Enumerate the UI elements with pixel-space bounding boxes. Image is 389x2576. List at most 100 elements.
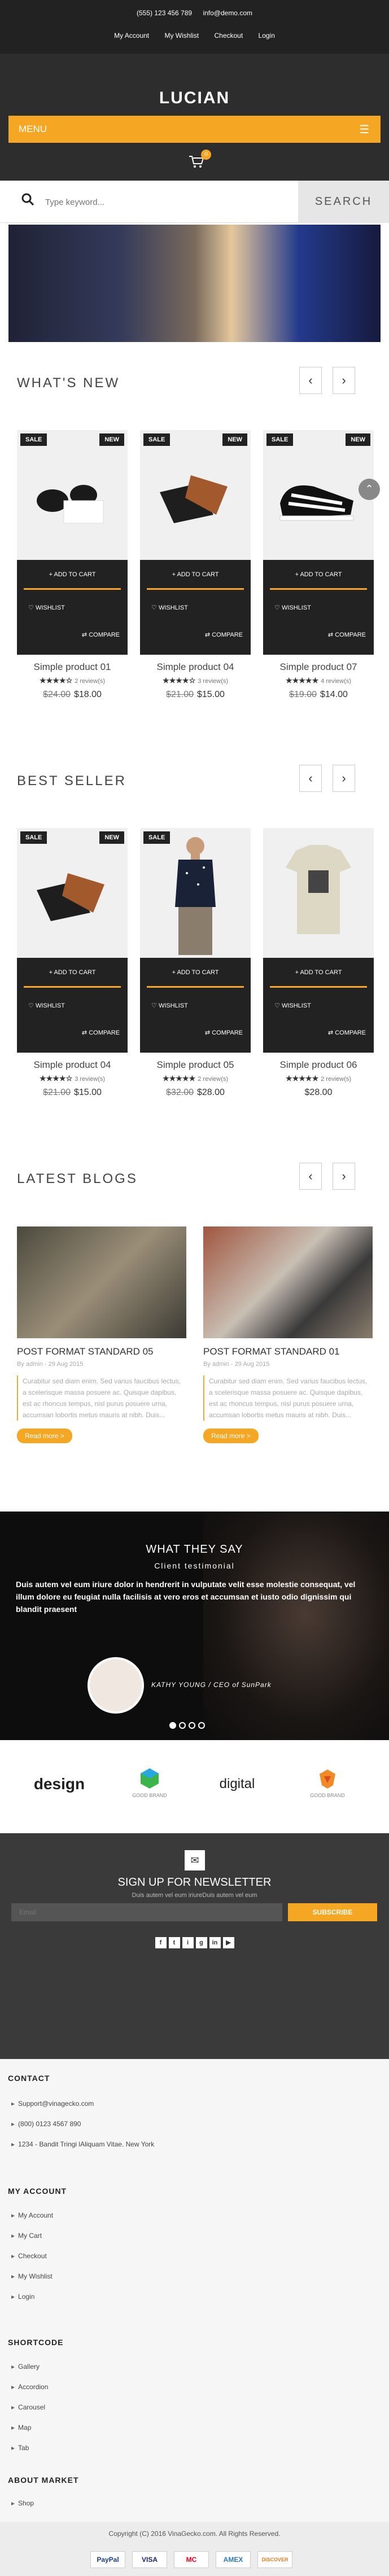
- compare-button[interactable]: ⇄ COMPARE: [82, 1029, 120, 1036]
- subscribe-button[interactable]: SUBSCRIBE: [288, 1903, 377, 1921]
- blog-image[interactable]: [17, 1226, 186, 1338]
- hamburger-icon[interactable]: ☰: [359, 122, 369, 137]
- product-card[interactable]: SALE + ADD TO CART ♡ WISHLIST ⇄ COMPARE Simp…: [140, 828, 251, 1098]
- add-to-cart-button[interactable]: + ADD TO CART: [140, 969, 251, 976]
- footer: CONTACT Support@vinagecko.com (800) 0123…: [0, 2059, 389, 2522]
- search-button[interactable]: SEARCH: [298, 181, 389, 223]
- twitter-icon[interactable]: t: [168, 1937, 180, 1948]
- read-more-button[interactable]: Read more >: [203, 1429, 259, 1443]
- brand-logo[interactable]: GOOD BRAND: [291, 1767, 364, 1807]
- product-card[interactable]: SALE NEW + ADD TO CART ♡ WISHLIST ⇄ COMPARE S…: [263, 430, 374, 700]
- product-card[interactable]: SALE NEW + ADD TO CART ♡ WISHLIST ⇄ COMPARE S…: [17, 430, 128, 700]
- footer-link[interactable]: Gallery: [11, 2363, 40, 2371]
- product-image[interactable]: SALE NEW: [17, 828, 128, 958]
- my-account-link[interactable]: My Account: [114, 32, 149, 40]
- blog-title[interactable]: POST FORMAT STANDARD 01: [203, 1346, 373, 1357]
- product-card[interactable]: SALE NEW + ADD TO CART ♡ WISHLIST ⇄ COMPARE S…: [17, 828, 128, 1098]
- product-name[interactable]: Simple product 07: [263, 661, 374, 673]
- footer-link[interactable]: Accordion: [11, 2383, 48, 2391]
- rating-stars: ★★★★☆ 3 review(s): [39, 1074, 106, 1083]
- footer-link[interactable]: Tab: [11, 2444, 29, 2452]
- my-wishlist-link[interactable]: My Wishlist: [164, 32, 199, 40]
- prev-arrow-icon[interactable]: ‹: [299, 765, 322, 792]
- footer-link[interactable]: Map: [11, 2424, 31, 2432]
- copyright-bar: Copyright (C) 2016 VinaGecko.com. All Ri…: [0, 2522, 389, 2576]
- facebook-icon[interactable]: f: [155, 1937, 167, 1948]
- product-name[interactable]: Simple product 05: [140, 1059, 251, 1071]
- footer-link[interactable]: My Cart: [11, 2232, 42, 2240]
- product-card[interactable]: SALE NEW + ADD TO CART ♡ WISHLIST ⇄ COMPARE S…: [140, 430, 251, 700]
- product-image[interactable]: SALE: [140, 828, 251, 958]
- wishlist-button[interactable]: ♡ WISHLIST: [28, 604, 65, 611]
- brand-name: GOOD BRAND: [132, 1793, 167, 1798]
- compare-button[interactable]: ⇄ COMPARE: [328, 631, 366, 638]
- compare-button[interactable]: ⇄ COMPARE: [205, 1029, 243, 1036]
- add-to-cart-button[interactable]: + ADD TO CART: [140, 571, 251, 578]
- current-price: $18.00: [74, 690, 102, 699]
- next-arrow-icon[interactable]: ›: [333, 367, 355, 394]
- brand-logo[interactable]: digital: [200, 1767, 274, 1807]
- wishlist-button[interactable]: ♡ WISHLIST: [274, 1002, 311, 1009]
- compare-button[interactable]: ⇄ COMPARE: [205, 631, 243, 638]
- prev-arrow-icon[interactable]: ‹: [299, 367, 322, 394]
- old-price: $24.00: [43, 690, 71, 699]
- google-plus-icon[interactable]: g: [195, 1937, 207, 1948]
- linkedin-icon[interactable]: in: [209, 1937, 221, 1948]
- product-image[interactable]: SALE NEW: [263, 430, 374, 560]
- footer-link[interactable]: Login: [11, 2293, 34, 2301]
- carousel-dots[interactable]: [169, 1721, 208, 1732]
- add-to-cart-button[interactable]: + ADD TO CART: [17, 571, 128, 578]
- scroll-top-icon[interactable]: ⌃: [359, 479, 380, 500]
- footer-link[interactable]: My Wishlist: [11, 2272, 53, 2280]
- brand-name: design: [33, 1775, 85, 1793]
- wishlist-button[interactable]: ♡ WISHLIST: [151, 604, 188, 611]
- footer-link[interactable]: Shop: [11, 2499, 34, 2507]
- compare-button[interactable]: ⇄ COMPARE: [328, 1029, 366, 1036]
- old-price: $19.00: [289, 690, 317, 699]
- logo[interactable]: LUCIAN: [0, 89, 389, 108]
- blog-image[interactable]: [203, 1226, 373, 1338]
- product-name[interactable]: Simple product 01: [17, 661, 128, 673]
- menu-bar[interactable]: MENU ☰: [8, 116, 381, 143]
- product-card[interactable]: + ADD TO CART ♡ WISHLIST ⇄ COMPARE Simple p…: [263, 828, 374, 1098]
- next-arrow-icon[interactable]: ›: [333, 1163, 355, 1190]
- envelope-icon: ✉: [185, 1850, 205, 1870]
- wishlist-button[interactable]: ♡ WISHLIST: [151, 1002, 188, 1009]
- sale-badge: SALE: [266, 433, 294, 446]
- current-price: $15.00: [197, 690, 225, 699]
- next-arrow-icon[interactable]: ›: [333, 765, 355, 792]
- brand-logo[interactable]: GOOD BRAND: [113, 1767, 186, 1807]
- footer-link[interactable]: Checkout: [11, 2252, 47, 2260]
- product-image[interactable]: [263, 828, 374, 958]
- blog-title[interactable]: POST FORMAT STANDARD 05: [17, 1346, 186, 1357]
- read-more-button[interactable]: Read more >: [17, 1429, 72, 1443]
- add-to-cart-button[interactable]: + ADD TO CART: [263, 571, 374, 578]
- product-name[interactable]: Simple product 04: [17, 1059, 128, 1071]
- prev-arrow-icon[interactable]: ‹: [299, 1163, 322, 1190]
- product-name[interactable]: Simple product 04: [140, 661, 251, 673]
- youtube-icon[interactable]: ▶: [222, 1937, 234, 1948]
- product-image[interactable]: SALE NEW: [140, 430, 251, 560]
- add-to-cart-button[interactable]: + ADD TO CART: [263, 969, 374, 976]
- login-link[interactable]: Login: [259, 32, 275, 40]
- search-input[interactable]: [45, 192, 288, 212]
- compare-button[interactable]: ⇄ COMPARE: [82, 631, 120, 638]
- footer-link[interactable]: Carousel: [11, 2403, 45, 2411]
- product-actions: + ADD TO CART ♡ WISHLIST ⇄ COMPARE: [17, 560, 128, 655]
- heart-icon: ♡: [151, 1002, 157, 1009]
- wishlist-button[interactable]: ♡ WISHLIST: [274, 604, 311, 611]
- wishlist-button[interactable]: ♡ WISHLIST: [28, 1002, 65, 1009]
- instagram-icon[interactable]: i: [182, 1937, 194, 1948]
- email-field[interactable]: [11, 1903, 282, 1921]
- add-to-cart-button[interactable]: + ADD TO CART: [17, 969, 128, 976]
- footer-contact-email[interactable]: Support@vinagecko.com: [11, 2100, 94, 2108]
- product-image[interactable]: SALE NEW: [17, 430, 128, 560]
- product-name[interactable]: Simple product 06: [263, 1059, 374, 1071]
- hero-banner[interactable]: [8, 225, 381, 342]
- footer-link[interactable]: My Account: [11, 2211, 53, 2219]
- brand-logo[interactable]: design: [23, 1767, 96, 1807]
- cart-icon[interactable]: 0: [189, 150, 211, 171]
- latest-blogs-title: LATEST BLOGS: [17, 1171, 138, 1186]
- product-price: $28.00: [263, 1088, 374, 1098]
- checkout-link[interactable]: Checkout: [214, 32, 243, 40]
